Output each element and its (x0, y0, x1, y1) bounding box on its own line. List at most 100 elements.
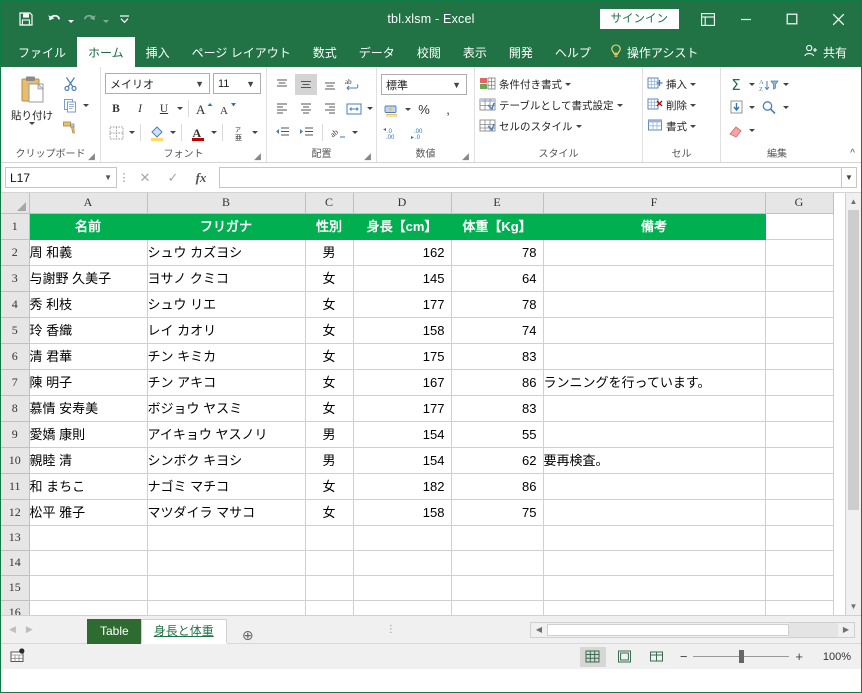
cell-g16[interactable] (765, 600, 834, 615)
cell-f4[interactable] (543, 291, 766, 318)
cell-a7[interactable]: 陳 明子 (29, 369, 148, 396)
cell-g14[interactable] (765, 550, 834, 576)
number-format-caret[interactable]: ▼ (449, 80, 464, 90)
delete-cells-button[interactable]: 削除 (647, 95, 699, 116)
paste-button[interactable]: 貼り付け (5, 70, 59, 125)
align-top-icon[interactable] (271, 74, 293, 95)
previous-sheet-icon[interactable]: ◀ (9, 624, 16, 635)
cell-c7[interactable]: 女 (305, 369, 354, 396)
clear-icon[interactable] (725, 120, 747, 141)
cell-f11[interactable] (543, 473, 766, 500)
align-left-icon[interactable] (271, 98, 293, 119)
cell-d7[interactable]: 167 (353, 369, 452, 396)
cell-d2[interactable]: 162 (353, 239, 452, 266)
align-right-icon[interactable] (319, 98, 341, 119)
cell-a1[interactable]: 名前 (29, 213, 148, 240)
cell-e14[interactable] (451, 550, 544, 576)
wrap-text-icon[interactable]: ab (343, 74, 365, 95)
tell-me-box[interactable]: 操作アシスト (602, 37, 698, 67)
vertical-scroll-track[interactable] (846, 510, 861, 598)
alignment-dialog-launcher[interactable]: ◢ (364, 152, 373, 161)
tab-file[interactable]: ファイル (7, 37, 77, 67)
borders-icon[interactable] (105, 122, 127, 143)
scroll-up-icon[interactable]: ▲ (846, 193, 861, 210)
sort-filter-icon[interactable]: AZ (757, 74, 781, 95)
customize-quick-access-icon[interactable] (111, 7, 137, 31)
delete-cells-caret[interactable] (690, 104, 696, 107)
insert-cells-button[interactable]: 挿入 (647, 74, 699, 95)
paste-dropdown-caret[interactable] (29, 122, 35, 125)
cell-f14[interactable] (543, 550, 766, 576)
vertical-scroll-thumb[interactable] (848, 210, 859, 510)
zoom-level[interactable]: 100% (813, 651, 851, 663)
cell-b2[interactable]: シュウ カズヨシ (147, 239, 306, 266)
cell-c15[interactable] (305, 575, 354, 601)
cell-g13[interactable] (765, 525, 834, 551)
align-bottom-icon[interactable] (319, 74, 341, 95)
format-as-table-caret[interactable] (616, 104, 623, 107)
cut-icon[interactable] (59, 73, 81, 94)
expand-formula-bar-icon[interactable]: ▼ (841, 167, 857, 188)
orientation-dropdown-caret[interactable] (352, 131, 358, 134)
number-format-combo[interactable]: 標準 ▼ (381, 74, 467, 95)
cell-d1[interactable]: 身長【cm】 (353, 213, 452, 240)
cell-g8[interactable] (765, 395, 834, 422)
undo-icon[interactable] (41, 7, 67, 31)
cell-c4[interactable]: 女 (305, 291, 354, 318)
conditional-formatting-button[interactable]: 条件付き書式 (479, 74, 574, 95)
cell-e10[interactable]: 62 (451, 447, 544, 474)
decrease-decimal-icon[interactable]: .00.0 (409, 122, 435, 143)
font-name-combo[interactable]: メイリオ ▼ (105, 73, 210, 94)
cell-c10[interactable]: 男 (305, 447, 354, 474)
cell-e7[interactable]: 86 (451, 369, 544, 396)
cell-a9[interactable]: 愛嬌 康則 (29, 421, 148, 448)
tab-data[interactable]: データ (348, 37, 406, 67)
cell-a8[interactable]: 慕情 安寿美 (29, 395, 148, 422)
cell-e11[interactable]: 86 (451, 473, 544, 500)
collapse-ribbon-icon[interactable]: ^ (850, 148, 855, 159)
scroll-right-icon[interactable]: ▶ (838, 622, 854, 637)
cell-f16[interactable] (543, 600, 766, 615)
tab-review[interactable]: 校閲 (406, 37, 452, 67)
cell-f15[interactable] (543, 575, 766, 601)
row-header-13[interactable]: 13 (1, 525, 30, 551)
zoom-slider[interactable]: − + (680, 649, 803, 664)
cell-g6[interactable] (765, 343, 834, 370)
copy-icon[interactable] (59, 95, 81, 116)
row-header-14[interactable]: 14 (1, 550, 30, 576)
row-header-12[interactable]: 12 (1, 499, 30, 526)
cell-f8[interactable] (543, 395, 766, 422)
name-box-caret[interactable]: ▼ (104, 173, 112, 182)
row-header-15[interactable]: 15 (1, 575, 30, 601)
underline-button[interactable]: U (153, 98, 175, 119)
fill-color-icon[interactable] (146, 122, 168, 143)
name-box[interactable]: L17 ▼ (5, 167, 117, 188)
cell-b7[interactable]: チン アキコ (147, 369, 306, 396)
cell-d4[interactable]: 177 (353, 291, 452, 318)
cell-c1[interactable]: 性別 (305, 213, 354, 240)
redo-dropdown-caret[interactable] (103, 20, 109, 23)
bold-button[interactable]: B (105, 98, 127, 119)
cell-d15[interactable] (353, 575, 452, 601)
cell-d16[interactable] (353, 600, 452, 615)
cell-b1[interactable]: フリガナ (147, 213, 306, 240)
underline-dropdown-caret[interactable] (177, 107, 183, 110)
row-header-2[interactable]: 2 (1, 239, 30, 266)
cell-e15[interactable] (451, 575, 544, 601)
insert-cells-caret[interactable] (690, 83, 696, 86)
cell-f1[interactable]: 備考 (543, 213, 766, 240)
clear-caret[interactable] (749, 129, 755, 132)
cell-f13[interactable] (543, 525, 766, 551)
cell-c8[interactable]: 女 (305, 395, 354, 422)
cell-g1[interactable] (765, 213, 834, 240)
cell-b6[interactable]: チン キミカ (147, 343, 306, 370)
cell-a15[interactable] (29, 575, 148, 601)
cell-e13[interactable] (451, 525, 544, 551)
horizontal-scroll-track[interactable] (789, 622, 838, 637)
row-header-1[interactable]: 1 (1, 213, 30, 240)
vertical-scrollbar[interactable]: ▲ ▼ (845, 193, 861, 615)
cell-b3[interactable]: ヨサノ クミコ (147, 265, 306, 292)
confirm-icon[interactable]: ✓ (159, 167, 187, 189)
cell-e4[interactable]: 78 (451, 291, 544, 318)
italic-button[interactable]: I (129, 98, 151, 119)
